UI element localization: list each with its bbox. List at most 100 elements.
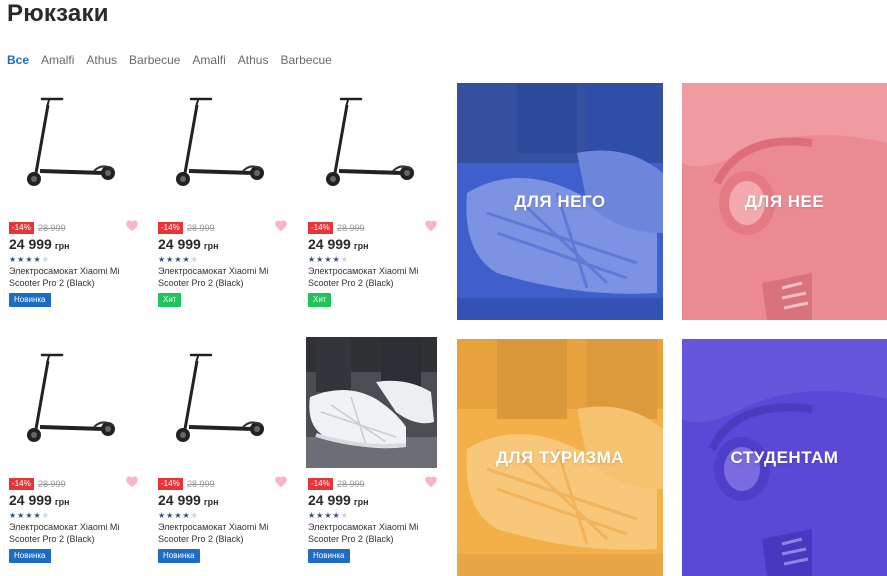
tab-barbecue[interactable]: Barbecue (129, 53, 180, 67)
product-image[interactable] (156, 339, 286, 459)
discount-badge: -14% (9, 478, 34, 490)
star-icon: ★ (182, 511, 191, 520)
product-name[interactable]: Электросамокат Xiaomi Mi Scooter Pro 2 (… (9, 521, 139, 545)
rating-stars: ★★★★★ (158, 511, 199, 520)
product-card[interactable]: -14% 28 999 24 999 грн ★★★★★ Электросамокат X… (156, 339, 288, 569)
currency: грн (203, 497, 219, 507)
star-icon: ★ (9, 255, 18, 264)
star-icon: ★ (324, 255, 333, 264)
price-value: 24 999 (9, 236, 52, 252)
star-icon: ★ (174, 255, 183, 264)
star-icon: ★ (174, 511, 183, 520)
tab-athus-2[interactable]: Athus (238, 53, 269, 67)
price-row: -14% 28 999 (158, 475, 288, 490)
star-icon: ★ (340, 255, 349, 264)
product-image[interactable] (7, 83, 137, 203)
product-badge: Новинка (158, 549, 200, 563)
product-card[interactable]: -14% 28 999 24 999 грн ★★★★★ Электросамокат X… (306, 337, 438, 569)
currency: грн (54, 497, 70, 507)
product-card[interactable]: -14% 28 999 24 999 грн ★★★★★ Электросамокат X… (306, 83, 438, 313)
star-icon: ★ (41, 511, 50, 520)
price-row: -14% 28 999 (158, 219, 288, 234)
star-icon: ★ (158, 255, 167, 264)
heart-icon[interactable] (125, 475, 139, 489)
star-icon: ★ (25, 511, 34, 520)
old-price: 28 999 (187, 223, 215, 233)
price-row: -14% 28 999 (9, 219, 139, 234)
product-name[interactable]: Электросамокат Xiaomi Mi Scooter Pro 2 (… (158, 265, 288, 289)
old-price: 28 999 (337, 479, 365, 489)
category-tile-for-her[interactable]: ДЛЯ НЕЕ (682, 83, 887, 320)
discount-badge: -14% (158, 222, 183, 234)
scooter-image (27, 97, 115, 186)
price-value: 24 999 (158, 236, 201, 252)
star-icon: ★ (190, 255, 199, 264)
product-card[interactable]: -14% 28 999 24 999 грн ★★★★★ Электросамокат X… (156, 83, 288, 313)
tab-athus[interactable]: Athus (86, 53, 117, 67)
product-badge: Хит (158, 293, 182, 307)
page-title: Рюкзаки (7, 0, 109, 27)
rating-stars: ★★★★★ (9, 511, 50, 520)
discount-badge: -14% (308, 222, 333, 234)
scooter-image (27, 353, 115, 442)
rating-stars: ★★★★★ (9, 255, 50, 264)
star-icon: ★ (324, 511, 333, 520)
star-icon: ★ (9, 511, 18, 520)
product-image[interactable] (306, 83, 436, 203)
star-icon: ★ (308, 511, 317, 520)
currency: грн (353, 497, 369, 507)
heart-icon[interactable] (424, 475, 438, 489)
category-label: ДЛЯ НЕГО (514, 191, 606, 211)
star-icon: ★ (332, 511, 341, 520)
currency: грн (54, 241, 70, 251)
star-icon: ★ (33, 255, 42, 264)
product-name[interactable]: Электросамокат Xiaomi Mi Scooter Pro 2 (… (158, 521, 288, 545)
star-icon: ★ (308, 255, 317, 264)
price: 24 999 грн (9, 236, 70, 252)
tab-barbecue-2[interactable]: Barbecue (280, 53, 331, 67)
star-icon: ★ (190, 511, 199, 520)
product-card[interactable]: -14% 28 999 24 999 грн ★★★★★ Электросамокат X… (7, 339, 139, 569)
product-badge: Новинка (9, 293, 51, 307)
scooter-image (326, 97, 414, 186)
scooter-image (176, 97, 264, 186)
category-tile-for-him[interactable]: ДЛЯ НЕГО (457, 83, 663, 320)
price-value: 24 999 (308, 236, 351, 252)
star-icon: ★ (332, 255, 341, 264)
product-image[interactable] (306, 337, 437, 468)
product-name[interactable]: Электросамокат Xiaomi Mi Scooter Pro 2 (… (308, 521, 438, 545)
product-name[interactable]: Электросамокат Xiaomi Mi Scooter Pro 2 (… (308, 265, 438, 289)
product-name[interactable]: Электросамокат Xiaomi Mi Scooter Pro 2 (… (9, 265, 139, 289)
product-badge: Новинка (308, 549, 350, 563)
discount-badge: -14% (9, 222, 34, 234)
old-price: 28 999 (187, 479, 215, 489)
price-row: -14% 28 999 (9, 475, 139, 490)
product-image[interactable] (7, 339, 137, 459)
tab-all[interactable]: Все (7, 53, 29, 67)
star-icon: ★ (33, 511, 42, 520)
scooter-image (176, 353, 264, 442)
heart-icon[interactable] (274, 475, 288, 489)
star-icon: ★ (41, 255, 50, 264)
sneakers-photo-image (306, 337, 437, 468)
currency: грн (353, 241, 369, 251)
product-image[interactable] (156, 83, 286, 203)
category-tile-tourism[interactable]: ДЛЯ ТУРИЗМА (457, 339, 663, 576)
price: 24 999 грн (158, 492, 219, 508)
heart-icon[interactable] (125, 219, 139, 233)
price: 24 999 грн (308, 492, 369, 508)
product-card[interactable]: -14% 28 999 24 999 грн ★★★★★ Электросамокат X… (7, 83, 139, 313)
price: 24 999 грн (9, 492, 70, 508)
heart-icon[interactable] (424, 219, 438, 233)
category-label: СТУДЕНТАМ (730, 447, 839, 467)
tab-amalfi[interactable]: Amalfi (41, 53, 74, 67)
rating-stars: ★★★★★ (308, 511, 349, 520)
price-row: -14% 28 999 (308, 475, 438, 490)
price-value: 24 999 (158, 492, 201, 508)
category-tile-students[interactable]: СТУДЕНТАМ (682, 339, 887, 576)
heart-icon[interactable] (274, 219, 288, 233)
category-label: ДЛЯ ТУРИЗМА (495, 447, 625, 467)
currency: грн (203, 241, 219, 251)
old-price: 28 999 (38, 479, 66, 489)
tab-amalfi-2[interactable]: Amalfi (192, 53, 225, 67)
